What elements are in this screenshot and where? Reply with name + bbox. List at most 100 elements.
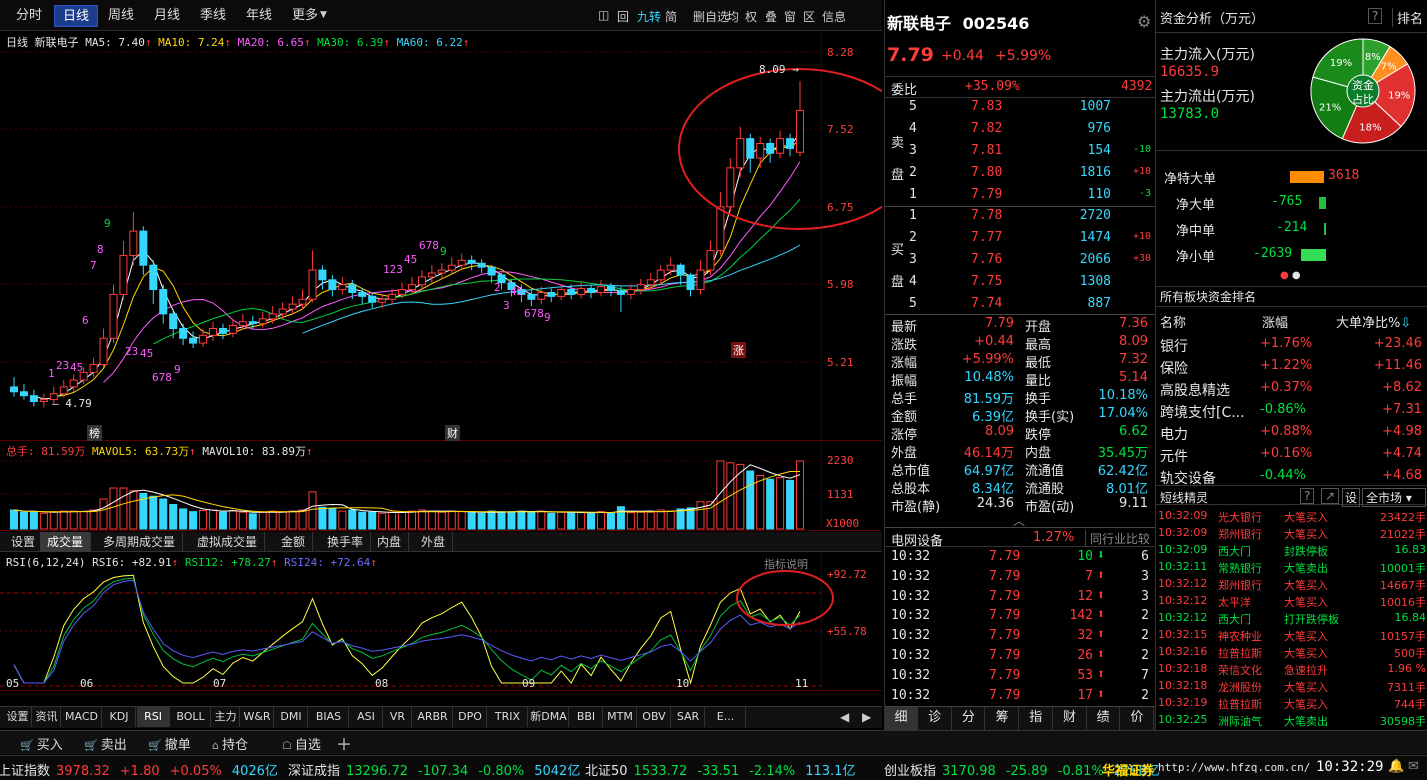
more-dropdown-icon[interactable]: ▼ [320,10,327,20]
index-item[interactable]: 北证50 1533.72 -33.51 -2.14% 113.1亿 [585,760,855,779]
tool-7[interactable]: 窗 [784,8,796,25]
volume-subtab-0[interactable]: 设置 [4,532,44,552]
short-row[interactable]: 10:32:11 常熟银行 大笔卖出 10001手 [1156,559,1427,576]
indicator-tab-12[interactable]: ARBR [413,707,453,727]
short-expand-icon[interactable]: ↗ [1321,488,1340,504]
zhang-badge[interactable]: 涨 [731,342,746,358]
sector-row[interactable]: 电力 +0.88% +4.98 [1156,422,1427,444]
period-tab-4[interactable]: 季线 [192,5,234,27]
short-row[interactable]: 10:32:18 荣信文化 急速拉升 1.96 % [1156,661,1427,678]
volume-subtab-2[interactable]: 多周期成交量 [96,532,184,552]
short-row[interactable]: 10:32:12 西大门 打开跌停板 16.84 [1156,610,1427,627]
indicator-tab-2[interactable]: MACD [62,707,102,727]
short-row[interactable]: 10:32:09 光大银行 大笔买入 23422手 [1156,508,1427,525]
short-row[interactable]: 10:32:09 郑州银行 大笔买入 21022手 [1156,525,1427,542]
tool-4[interactable]: 均 [727,8,739,25]
volume-subtab-7[interactable]: 外盘 [414,532,454,552]
period-tab-1[interactable]: 日线 [54,5,99,27]
short-row[interactable]: 10:32:12 郑州银行 大笔买入 14667手 [1156,576,1427,593]
tool-2[interactable]: 简 [665,8,677,25]
sector-row[interactable]: 保险 +1.22% +11.46 [1156,356,1427,378]
tab-scroll-left-icon[interactable]: ◀ [840,710,849,724]
indicator-tab-9[interactable]: BIAS [309,707,349,727]
indicator-tab-1[interactable]: 资讯 [33,707,61,727]
bids-row[interactable]: 5 7.74 887 [885,294,1155,316]
industry-row[interactable]: 电网设备 1.27% 同行业比较 [885,527,1155,549]
short-row[interactable]: 10:32:25 洲际油气 大笔卖出 30598手 [1156,712,1427,729]
sector-row[interactable]: 元件 +0.16% +4.74 [1156,444,1427,466]
cai-badge[interactable]: 财 [445,425,460,441]
asks-row[interactable]: 5 7.83 1007 [885,97,1155,119]
grid-icon[interactable]: ◫ [598,8,609,22]
indicator-tab-4[interactable]: RSI [137,707,170,727]
page-dots[interactable]: ● ● [1280,270,1301,281]
sector-row[interactable]: 高股息精选 +0.37% +8.62 [1156,378,1427,400]
tool-5[interactable]: 权 [745,8,757,25]
short-row[interactable]: 10:32:19 拉普拉斯 大笔买入 744手 [1156,695,1427,712]
tool-9[interactable]: 信息 [822,8,846,25]
volume-subtab-1[interactable]: 成交量 [40,532,92,552]
quote-tab-2[interactable]: 分 [952,707,986,731]
quote-tab-0[interactable]: 细 [885,707,918,731]
rank-button[interactable]: 排名 [1392,8,1423,27]
volume-chart[interactable] [0,441,822,531]
indicator-tab-10[interactable]: ASI [350,707,383,727]
short-row[interactable]: 10:32:12 太平洋 大笔买入 10016手 [1156,593,1427,610]
short-row[interactable]: 10:32:15 神农种业 大笔买入 10157手 [1156,627,1427,644]
indicator-tab-16[interactable]: BBI [570,707,603,727]
short-help-icon[interactable]: ? [1300,488,1315,504]
tool-1[interactable]: 九转 [637,8,661,25]
indicator-tab-17[interactable]: MTM [604,707,637,727]
sector-row[interactable]: 跨境支付[C... -0.86% +7.31 [1156,400,1427,422]
period-tab-5[interactable]: 年线 [238,5,280,27]
bids-row[interactable]: 4 7.75 1308 [885,272,1155,294]
bell-icon[interactable]: 🔔 [1388,759,1404,774]
short-settings-button[interactable]: 设 [1342,488,1361,507]
bang-badge[interactable]: 榜 [87,425,102,441]
asks-row[interactable]: 3 7.81 154 -10 [885,141,1155,163]
asks-row[interactable]: 1 7.79 110 -3 [885,185,1155,207]
industry-compare-link[interactable]: 同行业比较 [1085,530,1150,547]
sector-row[interactable]: 银行 +1.76% +23.46 [1156,334,1427,356]
bids-row[interactable]: 1 7.78 2720 [885,206,1155,228]
period-tab-2[interactable]: 周线 [100,5,142,27]
tool-6[interactable]: 叠 [765,8,777,25]
volume-pane[interactable]: 总手: 81.59万 MAVOL5: 63.73万↑ MAVOL10: 83.8… [0,441,882,531]
asks-row[interactable]: 2 7.80 1816 +10 [885,163,1155,185]
help-icon[interactable]: ? [1368,8,1383,24]
short-row[interactable]: 10:32:09 西大门 封跌停板 16.83 [1156,542,1427,559]
tool-3[interactable]: 删自选 [693,8,729,25]
indicator-tab-20[interactable]: E... [706,707,746,727]
rsi-pane[interactable]: RSI(6,12,24) RSI6: +82.91↑ RSI12: +78.27… [0,553,882,691]
broker-url[interactable]: http://www.hfzq.com.cn/ [1158,761,1310,774]
indicator-tab-3[interactable]: KDJ [103,707,136,727]
short-row[interactable]: 10:32:16 拉普拉斯 大笔买入 500手 [1156,644,1427,661]
gear-icon[interactable]: ⚙ [1137,12,1151,31]
market-select[interactable]: 全市场 ▾ [1362,488,1426,507]
quote-tab-1[interactable]: 诊 [919,707,952,731]
indicator-tab-7[interactable]: W&R [241,707,274,727]
period-tab-3[interactable]: 月线 [146,5,188,27]
rsi-chart[interactable] [0,553,822,691]
indicator-tab-15[interactable]: 新DMA [529,707,569,727]
index-item[interactable]: 深证成指 13296.72 -107.34 -0.80% 5042亿 [288,760,580,779]
indicator-tab-11[interactable]: VR [384,707,412,727]
volume-subtab-3[interactable]: 虚拟成交量 [190,532,266,552]
tool-0[interactable]: 回 [617,8,629,25]
quote-tab-5[interactable]: 财 [1054,707,1087,731]
action-0-button[interactable]: 🛒 买入 [20,734,63,753]
index-item[interactable]: 上证指数 3978.32 +1.80 +0.05% 4026亿 [0,760,278,779]
quote-tab-3[interactable]: 筹 [986,707,1020,731]
sector-col-pct[interactable]: 涨幅 [1262,312,1288,331]
indicator-tab-5[interactable]: BOLL [171,707,211,727]
indicator-tab-0[interactable]: 设置 [4,707,32,727]
tab-scroll-right-icon[interactable]: ▶ [862,710,871,724]
short-row[interactable]: 10:32:18 龙洲股份 大笔买入 7311手 [1156,678,1427,695]
indicator-tab-18[interactable]: OBV [638,707,671,727]
add-icon[interactable]: ＋ [336,731,352,755]
kline-pane[interactable]: 日线 新联电子 MA5: 7.40↑ MA10: 7.24↑ MA20: 6.6… [0,31,882,441]
action-2-button[interactable]: 🛒 撤单 [148,734,191,753]
message-icon[interactable]: ✉ [1408,759,1419,774]
indicator-tab-6[interactable]: 主力 [212,707,240,727]
action-1-button[interactable]: 🛒 卖出 [84,734,127,753]
